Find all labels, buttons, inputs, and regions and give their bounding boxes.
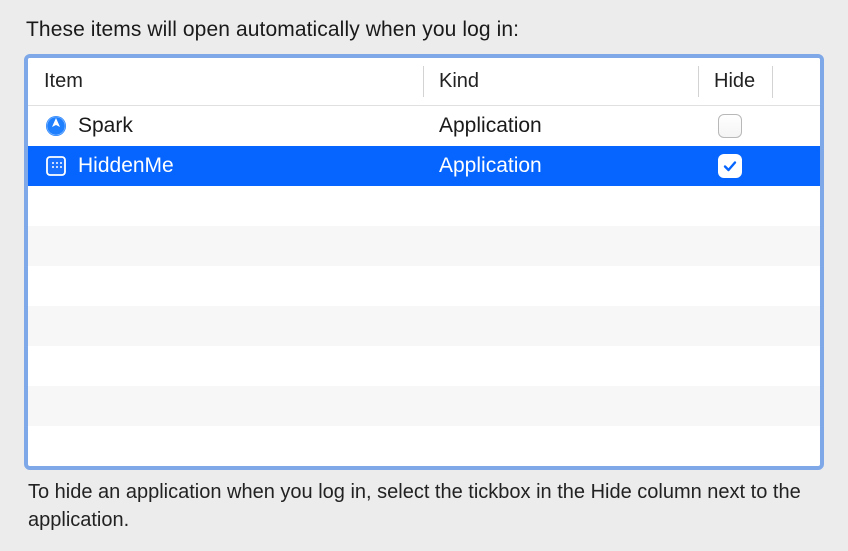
- table-row[interactable]: Spark Application: [28, 106, 820, 146]
- hide-checkbox[interactable]: [718, 154, 742, 178]
- empty-row: [28, 306, 820, 346]
- column-header-hide[interactable]: Hide: [698, 58, 820, 105]
- kind-cell: Application: [423, 154, 698, 178]
- item-cell: HiddenMe: [28, 154, 423, 178]
- table-row[interactable]: HiddenMe Application: [28, 146, 820, 186]
- spark-icon: [44, 114, 68, 138]
- hiddenme-icon: [44, 154, 68, 178]
- column-header-kind[interactable]: Kind: [423, 58, 698, 105]
- empty-row: [28, 346, 820, 386]
- empty-row: [28, 426, 820, 466]
- empty-row: [28, 266, 820, 306]
- column-header-spacer: [772, 58, 796, 106]
- intro-text: These items will open automatically when…: [26, 18, 824, 42]
- hide-cell: [698, 114, 820, 138]
- hide-cell: [698, 154, 820, 178]
- item-cell: Spark: [28, 114, 423, 138]
- table-header-row: Item Kind Hide: [28, 58, 820, 106]
- table-body: Spark Application HiddenMe Application: [28, 106, 820, 466]
- spark-app-icon: [45, 115, 67, 137]
- checkmark-icon: [722, 158, 738, 174]
- kind-cell: Application: [423, 114, 698, 138]
- empty-row: [28, 226, 820, 266]
- column-header-item[interactable]: Item: [28, 58, 423, 105]
- empty-row: [28, 186, 820, 226]
- hiddenme-app-icon: [45, 155, 67, 177]
- empty-row: [28, 386, 820, 426]
- login-items-table: Item Kind Hide Spark Application HiddenMe A…: [24, 54, 824, 470]
- item-name: HiddenMe: [78, 154, 174, 178]
- item-name: Spark: [78, 114, 133, 138]
- hide-checkbox[interactable]: [718, 114, 742, 138]
- caption-text: To hide an application when you log in, …: [28, 478, 820, 534]
